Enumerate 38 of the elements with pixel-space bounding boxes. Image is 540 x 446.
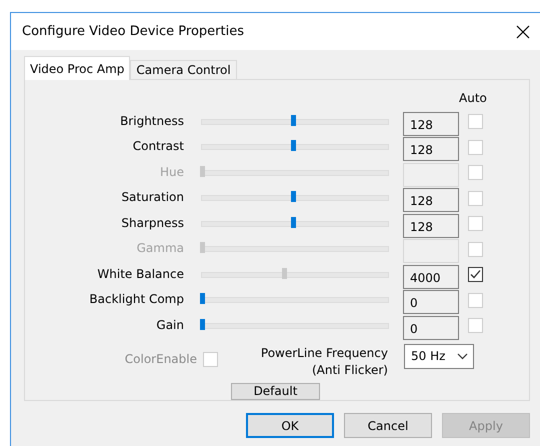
slider-thumb[interactable] bbox=[291, 114, 296, 126]
dialog-button[interactable]: OK bbox=[246, 413, 334, 438]
value-field[interactable]: 0 bbox=[403, 290, 459, 314]
tab[interactable]: Video Proc Amp bbox=[24, 56, 130, 80]
close-icon[interactable] bbox=[516, 24, 530, 38]
slider-thumb[interactable] bbox=[291, 191, 296, 202]
property-label: Brightness bbox=[120, 114, 184, 128]
value-field[interactable]: 0 bbox=[403, 316, 459, 340]
chevron-icon bbox=[457, 352, 468, 360]
property-label: Contrast bbox=[132, 139, 184, 153]
property-label: Gain bbox=[156, 318, 184, 332]
color-enable-label: ColorEnable bbox=[124, 352, 197, 366]
value-field[interactable]: 128 bbox=[403, 188, 459, 212]
auto-header: Auto bbox=[459, 91, 487, 105]
property-label: White Balance bbox=[97, 266, 184, 280]
powerline-label: PowerLine Frequency (Anti Flicker) bbox=[260, 344, 388, 378]
property-label: Gamma bbox=[136, 241, 184, 255]
slider-thumb[interactable] bbox=[291, 216, 296, 228]
value-field[interactable]: 128 bbox=[403, 112, 459, 136]
dialog-button[interactable]: Cancel bbox=[344, 413, 432, 438]
slider-thumb[interactable] bbox=[282, 268, 287, 278]
property-label: Saturation bbox=[121, 190, 184, 204]
value-field[interactable] bbox=[403, 162, 459, 186]
property-label: Hue bbox=[160, 164, 184, 178]
slider-thumb[interactable] bbox=[200, 318, 205, 330]
tab[interactable]: Camera Control bbox=[130, 60, 237, 80]
value-field[interactable]: 128 bbox=[403, 214, 459, 238]
property-label: Backlight Comp bbox=[89, 292, 184, 306]
window-title: Configure Video Device Properties bbox=[22, 24, 244, 39]
value-field[interactable] bbox=[403, 239, 459, 263]
value-field[interactable]: 4000 bbox=[403, 264, 459, 288]
slider-thumb[interactable] bbox=[291, 140, 296, 151]
property-label: Sharpness bbox=[121, 216, 184, 230]
value-field[interactable]: 128 bbox=[403, 137, 459, 161]
frequency-dropdown[interactable]: 50 Hz bbox=[404, 344, 474, 368]
default-button[interactable]: Default bbox=[231, 382, 320, 400]
auto-checkbox[interactable] bbox=[468, 267, 483, 282]
slider-thumb[interactable] bbox=[200, 293, 205, 304]
